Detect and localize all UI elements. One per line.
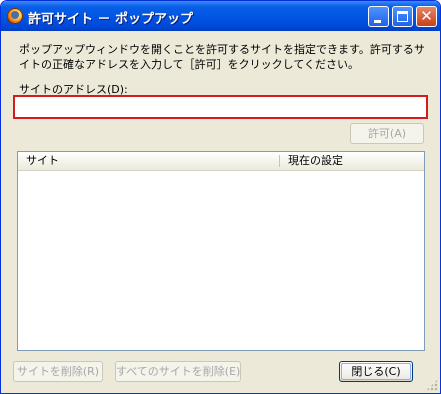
site-list[interactable]: サイト 現在の設定 — [17, 151, 425, 351]
description-text: ポップアップウィンドウを開くことを許可するサイトを指定できます。許可するサイトの… — [19, 43, 425, 71]
minimize-button[interactable] — [368, 6, 389, 27]
minimize-icon — [374, 20, 381, 23]
close-icon: ✕ — [420, 7, 433, 25]
firefox-icon — [7, 8, 23, 24]
column-header-setting[interactable]: 現在の設定 — [288, 152, 343, 170]
remove-site-button[interactable]: サイトを削除(R) — [13, 361, 103, 382]
permissions-dialog: 許可サイト － ポップアップ ✕ ポップアップウィンドウを開くことを許可するサイ… — [0, 0, 441, 394]
column-header-site[interactable]: サイト — [26, 152, 59, 170]
resize-gripper-icon[interactable] — [426, 379, 438, 391]
list-header: サイト 現在の設定 — [18, 152, 424, 171]
maximize-icon — [397, 11, 408, 22]
site-address-input[interactable] — [13, 95, 428, 119]
allow-button[interactable]: 許可(A) — [350, 123, 424, 144]
close-window-button[interactable]: ✕ — [416, 6, 437, 27]
close-button[interactable]: 閉じる(C) — [339, 361, 413, 382]
column-separator[interactable] — [279, 155, 280, 167]
title-bar[interactable]: 許可サイト － ポップアップ ✕ — [1, 1, 440, 31]
window-title: 許可サイト － ポップアップ — [28, 12, 194, 27]
maximize-button[interactable] — [392, 6, 413, 27]
remove-all-sites-button[interactable]: すべてのサイトを削除(E) — [115, 361, 241, 382]
